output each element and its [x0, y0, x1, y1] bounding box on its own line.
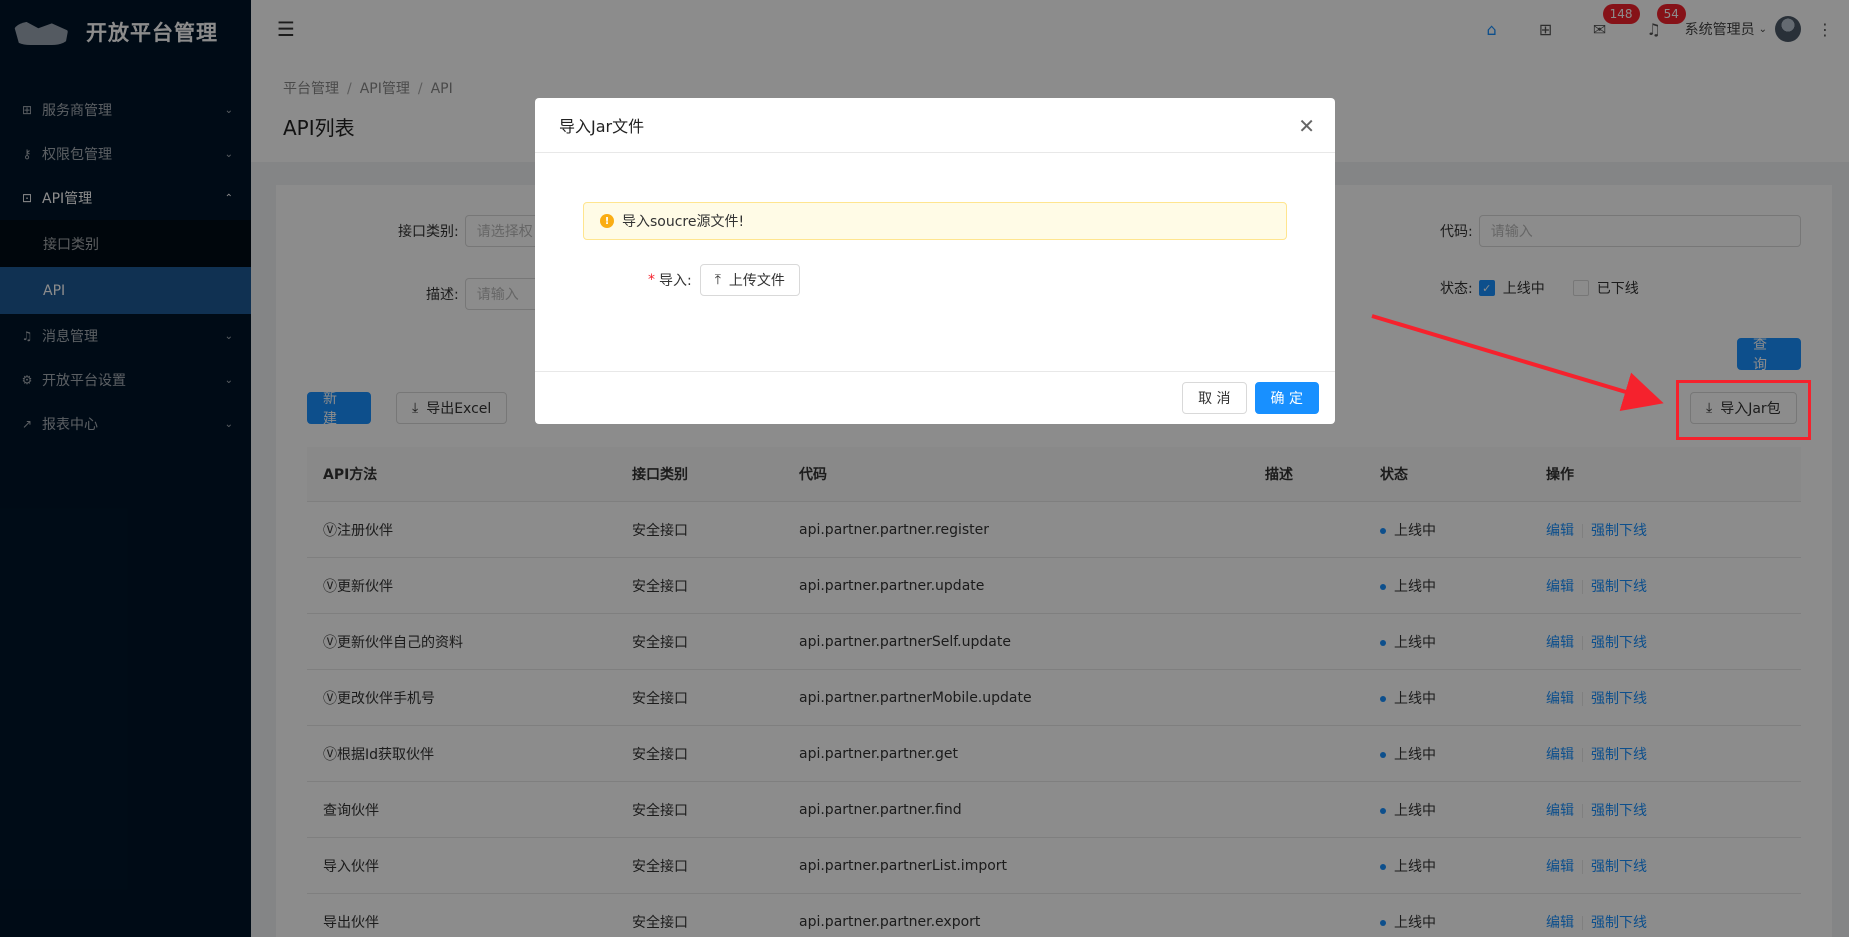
modal-header: 导入Jar文件 ✕ [535, 98, 1335, 153]
import-jar-modal: 导入Jar文件 ✕ ! 导入soucre源文件! * 导入: ⤒ 上传文件 取 … [535, 98, 1335, 424]
warning-alert: ! 导入soucre源文件! [583, 202, 1287, 240]
upload-icon: ⤒ [714, 272, 721, 288]
close-icon[interactable]: ✕ [1298, 114, 1315, 138]
alert-text: 导入soucre源文件! [622, 214, 745, 230]
upload-form-item: * 导入: ⤒ 上传文件 [648, 264, 800, 296]
cancel-button[interactable]: 取 消 [1182, 382, 1247, 414]
upload-label: 上传文件 [728, 273, 785, 289]
required-mark: * [648, 272, 655, 288]
import-label: 导入: [659, 273, 692, 289]
modal-title: 导入Jar文件 [559, 117, 645, 136]
warning-icon: ! [600, 214, 614, 228]
modal-footer: 取 消 确 定 [535, 371, 1335, 424]
ok-button[interactable]: 确 定 [1254, 382, 1319, 414]
upload-button[interactable]: ⤒ 上传文件 [699, 264, 800, 296]
